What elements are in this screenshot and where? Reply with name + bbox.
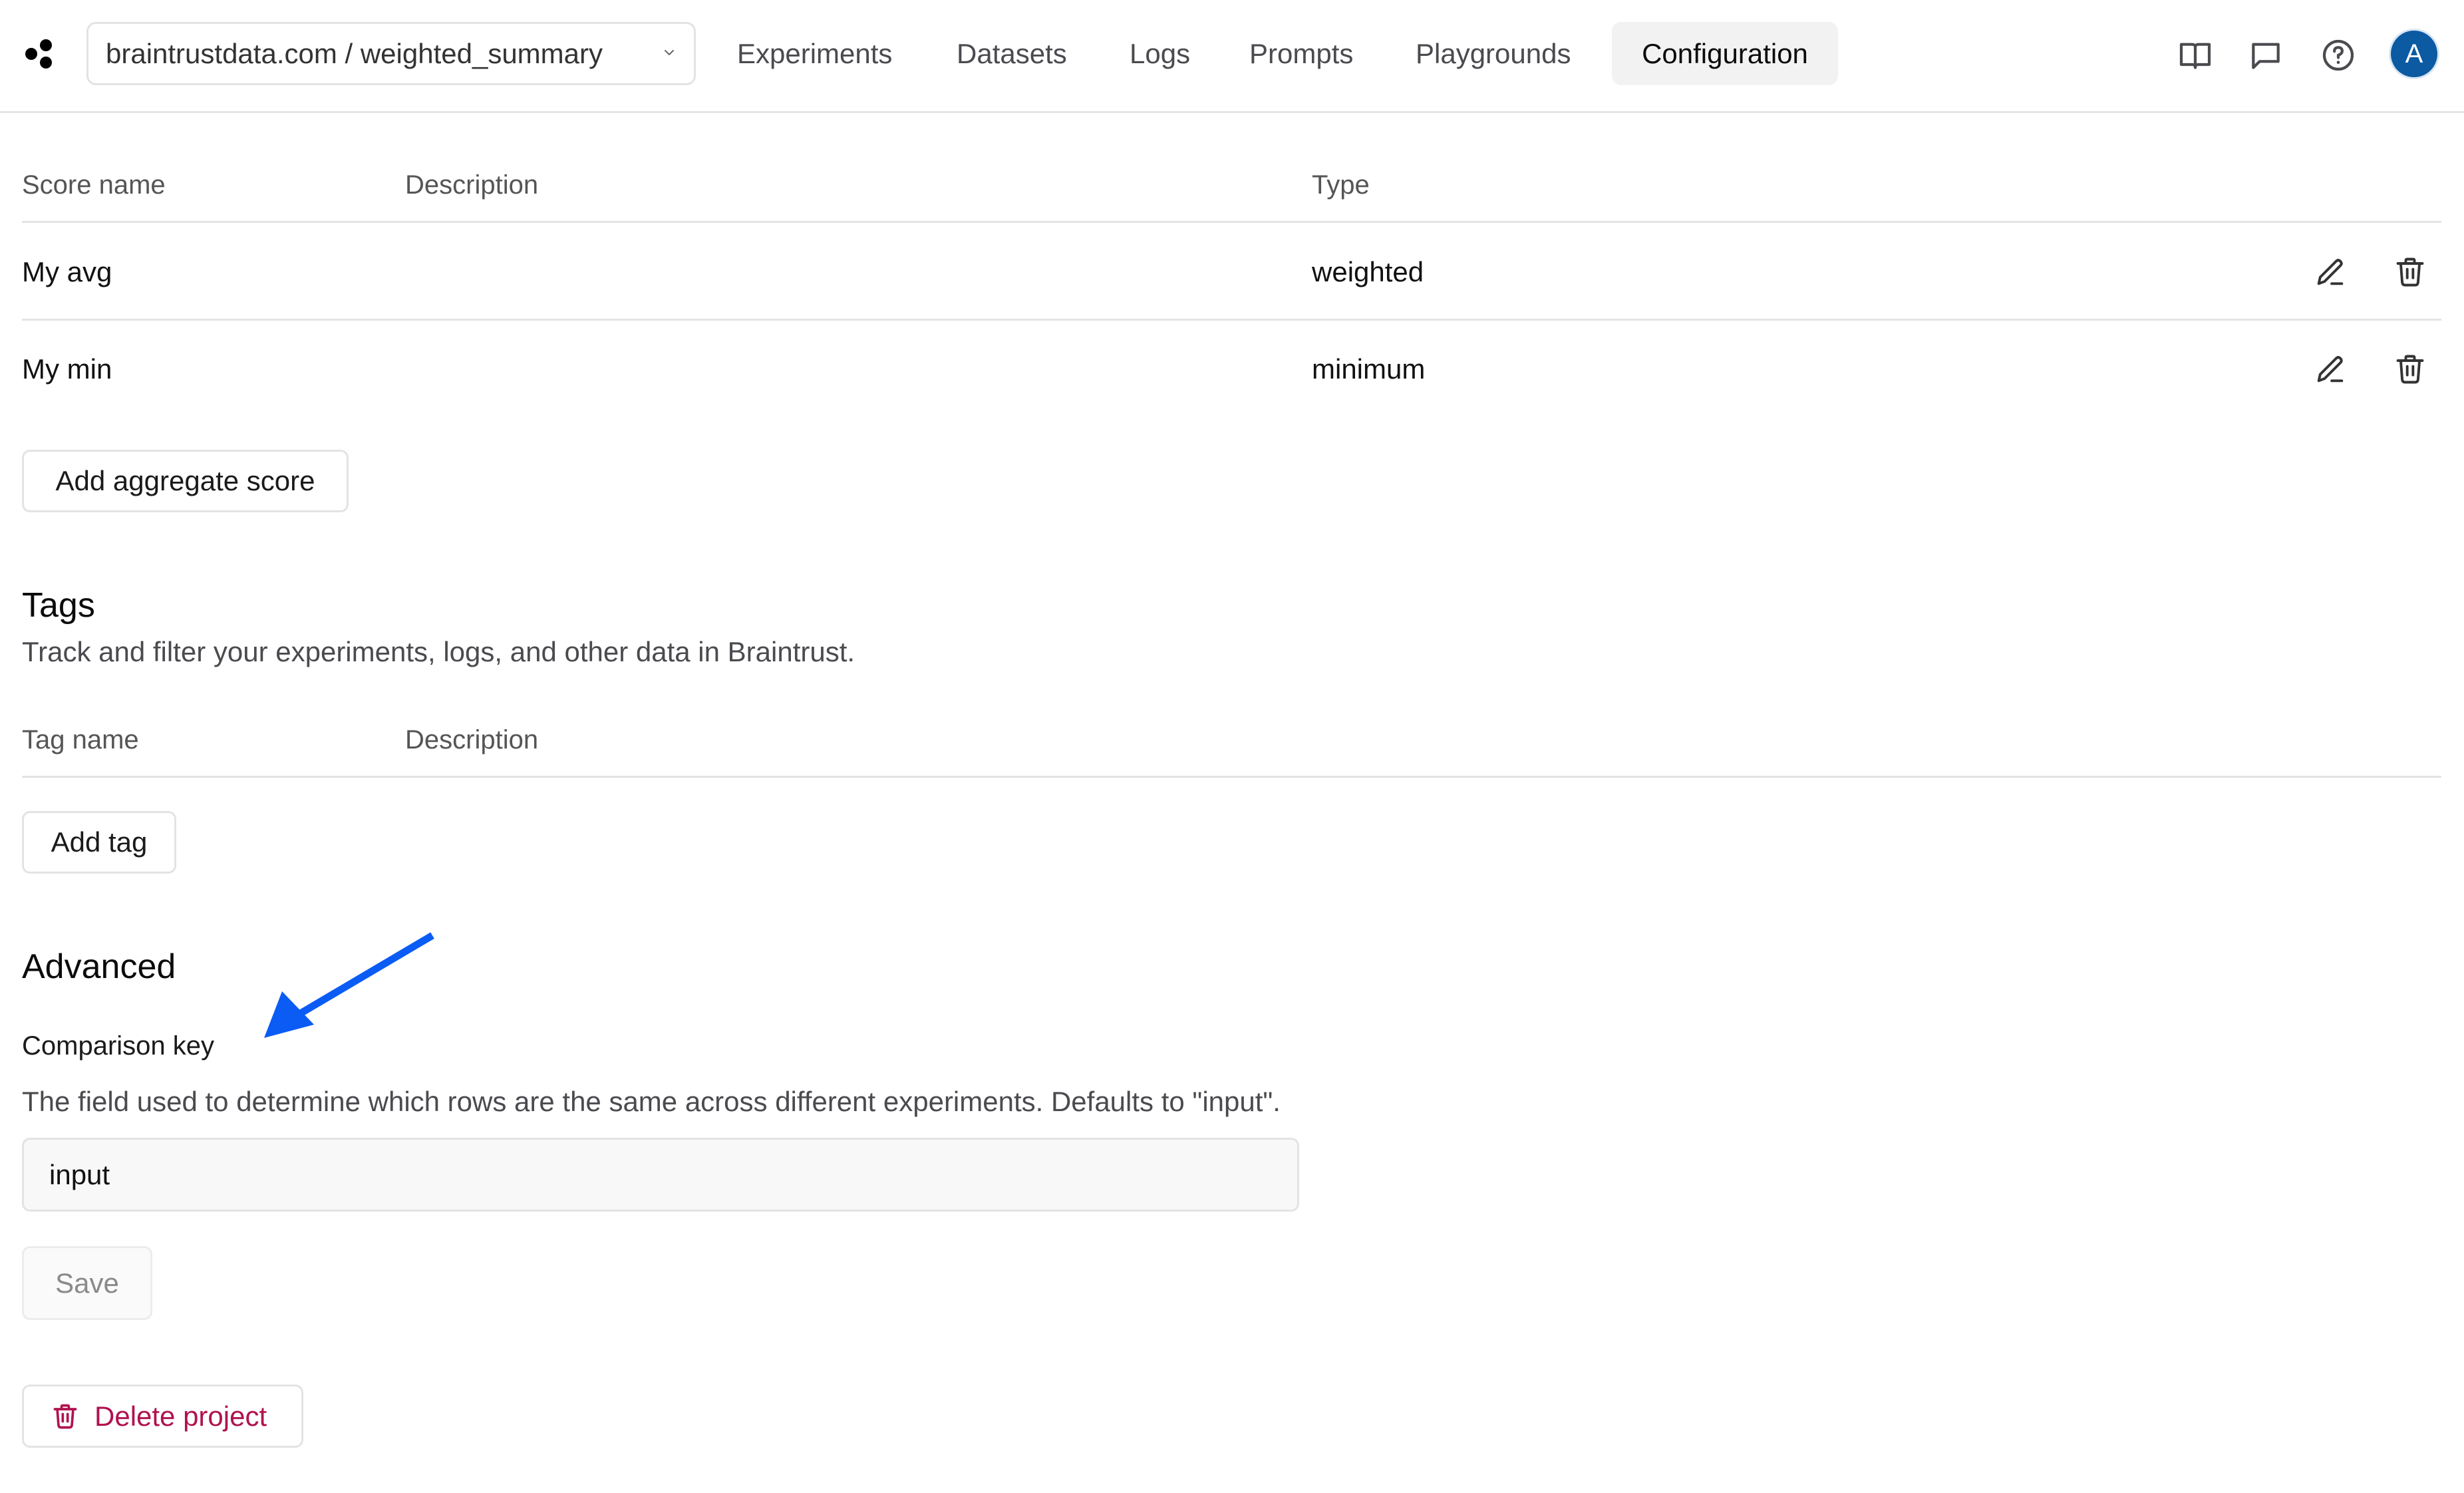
add-tag-button[interactable]: Add tag <box>22 811 176 874</box>
table-divider <box>22 221 2441 223</box>
comparison-key-description: The field used to determine which rows a… <box>22 1086 1281 1117</box>
tab-configuration[interactable]: Configuration <box>1612 22 1838 85</box>
annotation-arrow-icon <box>264 932 434 1038</box>
top-nav-bar: braintrustdata.com / weighted_summary Ex… <box>0 0 2464 113</box>
chevron-down-icon <box>665 50 674 55</box>
score-name: My avg <box>22 256 112 287</box>
table-divider <box>22 319 2441 321</box>
table-divider <box>22 776 2441 778</box>
project-selector-label: braintrustdata.com / weighted_summary <box>106 37 603 69</box>
edit-icon[interactable] <box>2313 352 2348 387</box>
score-type: weighted <box>1312 256 1424 287</box>
tab-prompts[interactable]: Prompts <box>1225 22 1377 85</box>
column-header-tag-name: Tag name <box>22 725 139 754</box>
book-icon[interactable] <box>2177 37 2214 74</box>
edit-icon[interactable] <box>2313 255 2348 289</box>
braintrust-logo-icon[interactable] <box>25 37 59 71</box>
add-aggregate-score-button[interactable]: Add aggregate score <box>22 450 349 512</box>
trash-icon[interactable] <box>2393 352 2427 387</box>
score-type: minimum <box>1312 353 1426 385</box>
project-selector-dropdown[interactable]: braintrustdata.com / weighted_summary <box>86 22 696 85</box>
advanced-section-title: Advanced <box>22 947 176 986</box>
tab-playgrounds[interactable]: Playgrounds <box>1392 22 1595 85</box>
column-header-type: Type <box>1312 170 1370 200</box>
tags-section-title: Tags <box>22 586 95 625</box>
help-icon[interactable] <box>2320 37 2357 74</box>
column-header-tag-description: Description <box>405 725 539 754</box>
column-header-description: Description <box>405 170 539 200</box>
tab-datasets[interactable]: Datasets <box>933 22 1091 85</box>
chat-icon[interactable] <box>2247 37 2284 74</box>
tab-logs[interactable]: Logs <box>1106 22 1214 85</box>
save-button[interactable]: Save <box>22 1246 152 1320</box>
trash-icon <box>53 1404 77 1428</box>
delete-project-label: Delete project <box>94 1400 267 1432</box>
column-header-score-name: Score name <box>22 170 166 200</box>
user-avatar[interactable]: A <box>2391 31 2437 77</box>
tags-section-description: Track and filter your experiments, logs,… <box>22 636 855 667</box>
tab-experiments[interactable]: Experiments <box>713 22 916 85</box>
comparison-key-input[interactable] <box>22 1138 1299 1212</box>
score-name: My min <box>22 353 112 385</box>
trash-icon[interactable] <box>2393 255 2427 289</box>
comparison-key-label: Comparison key <box>22 1031 215 1061</box>
delete-project-button[interactable]: Delete project <box>22 1385 303 1448</box>
